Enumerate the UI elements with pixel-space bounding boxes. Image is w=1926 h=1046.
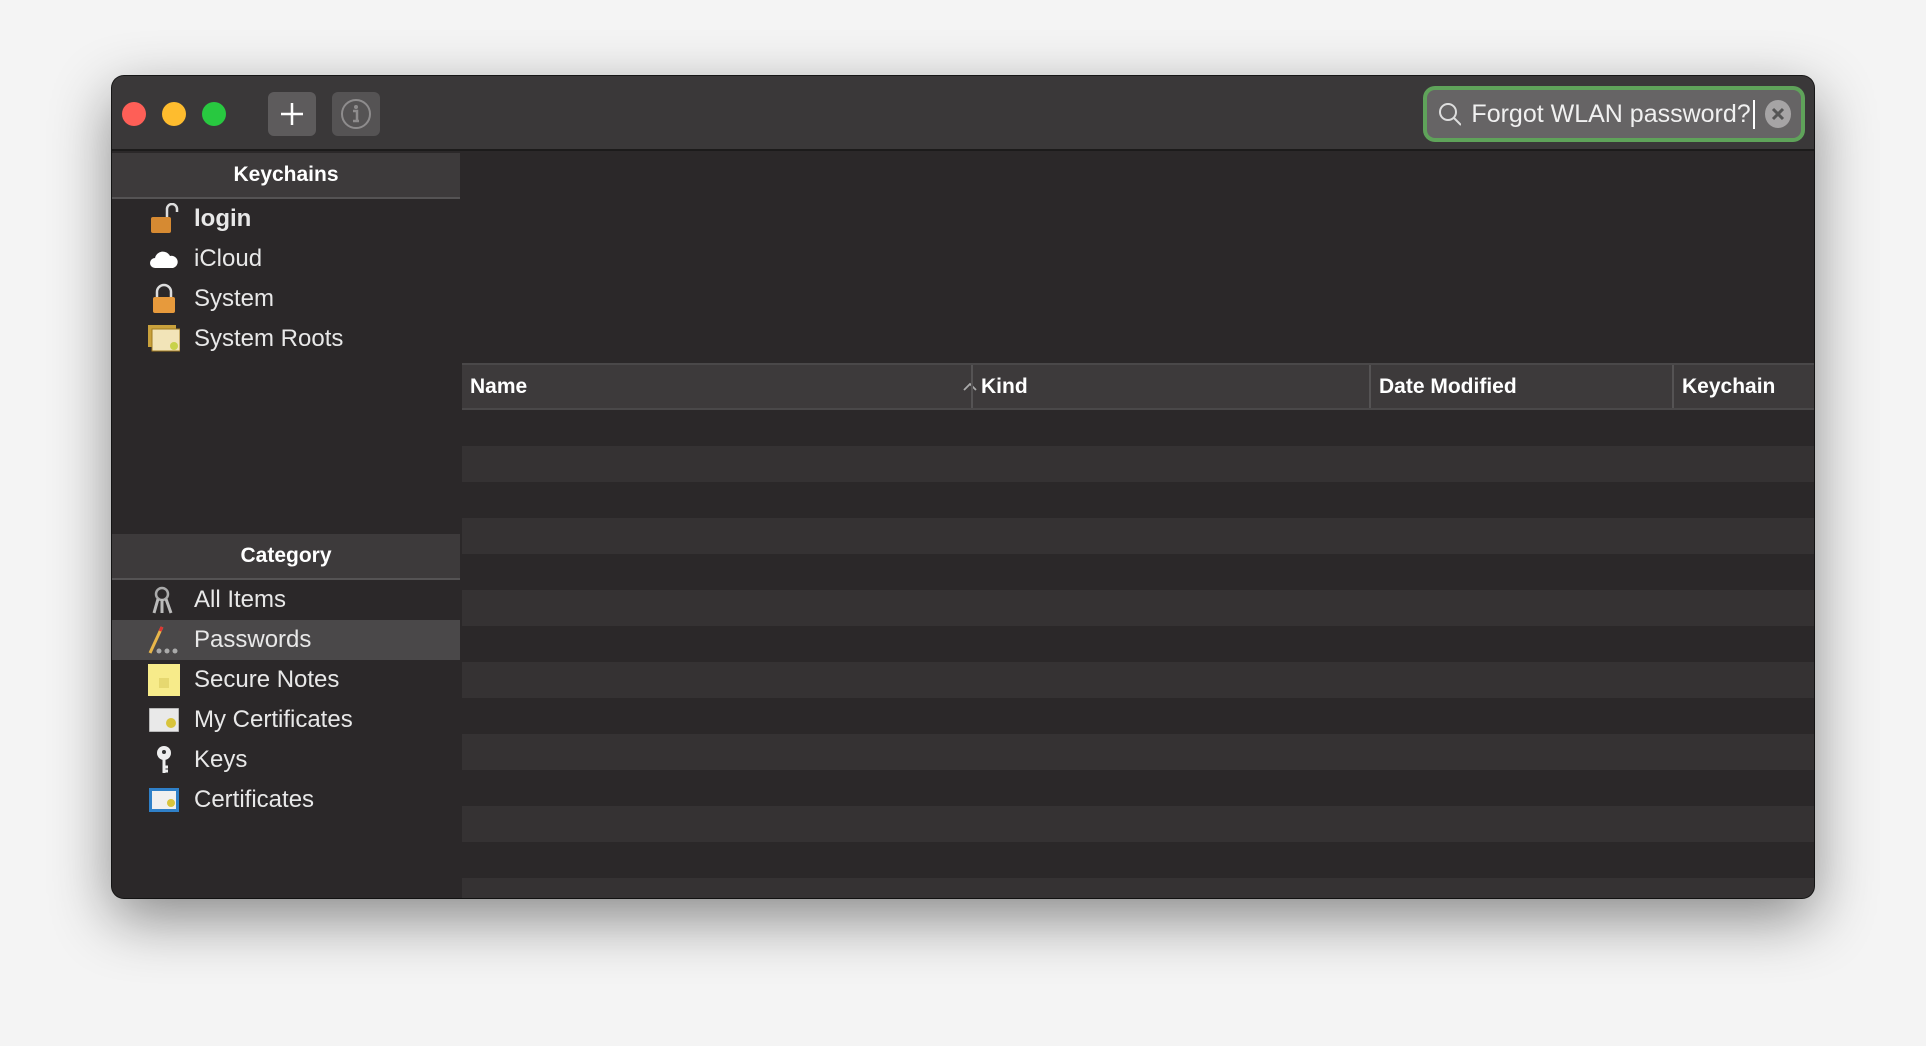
- minimize-window-button[interactable]: [162, 102, 186, 126]
- empty-table-row: [462, 842, 1814, 878]
- category-header: Category: [112, 534, 460, 580]
- category-label: Keys: [194, 746, 248, 773]
- column-label: Name: [470, 374, 528, 398]
- column-header-kind[interactable]: Kind: [971, 365, 1369, 408]
- keychain-label: System Roots: [194, 325, 344, 352]
- empty-table-row: [462, 770, 1814, 806]
- certificate-stack-icon: [148, 323, 180, 355]
- empty-table-row: [462, 518, 1814, 554]
- keychain-item-icloud[interactable]: iCloud: [112, 239, 460, 279]
- search-field[interactable]: Forgot WLAN password?: [1423, 86, 1805, 142]
- column-label: Date Modified: [1379, 374, 1517, 398]
- category-item-secure-notes[interactable]: Secure Notes: [112, 660, 460, 700]
- items-table-body: [462, 410, 1814, 898]
- category-label: Secure Notes: [194, 666, 340, 693]
- column-label: Keychain: [1682, 374, 1776, 398]
- add-item-button[interactable]: [268, 92, 316, 136]
- my-certificate-icon: [148, 704, 180, 736]
- category-item-my-certificates[interactable]: My Certificates: [112, 700, 460, 740]
- keychain-label: iCloud: [194, 245, 263, 272]
- empty-table-row: [462, 698, 1814, 734]
- sidebar: Keychains login iCloud System System Roo…: [112, 153, 460, 898]
- empty-table-row: [462, 734, 1814, 770]
- empty-table-row: [462, 590, 1814, 626]
- plus-icon: [281, 103, 303, 125]
- get-info-button[interactable]: [332, 92, 380, 136]
- category-item-all-items[interactable]: All Items: [112, 580, 460, 620]
- column-label: Kind: [981, 374, 1028, 398]
- zoom-window-button[interactable]: [202, 102, 226, 126]
- category-item-certificates[interactable]: Certificates: [112, 780, 460, 820]
- column-header-date-modified[interactable]: Date Modified: [1369, 365, 1672, 408]
- category-label: My Certificates: [194, 706, 353, 733]
- category-label: Passwords: [194, 626, 312, 653]
- keychain-item-system-roots[interactable]: System Roots: [112, 319, 460, 359]
- empty-table-row: [462, 482, 1814, 518]
- padlock-icon: [148, 283, 180, 315]
- column-header-name[interactable]: Name: [462, 365, 985, 408]
- search-input[interactable]: Forgot WLAN password?: [1471, 99, 1755, 129]
- empty-table-row: [462, 806, 1814, 842]
- empty-table-row: [462, 446, 1814, 482]
- keychain-access-window: Forgot WLAN password? Keychains login iC…: [112, 76, 1814, 898]
- empty-table-row: [462, 626, 1814, 662]
- info-icon: [341, 99, 371, 129]
- certificate-icon: [148, 784, 180, 816]
- keys-icon: [148, 584, 180, 616]
- keychains-header: Keychains: [112, 153, 460, 199]
- cloud-icon: [148, 243, 180, 275]
- column-header-keychain[interactable]: Keychain: [1672, 365, 1814, 408]
- clear-search-button[interactable]: [1764, 100, 1791, 128]
- keychain-label: System: [194, 285, 275, 312]
- keychain-item-system[interactable]: System: [112, 279, 460, 319]
- items-pane: Name Kind Date Modified Keychain: [462, 153, 1814, 898]
- key-icon: [148, 744, 180, 776]
- keychain-item-login[interactable]: login: [112, 199, 460, 239]
- keychain-label: login: [194, 205, 252, 232]
- close-window-button[interactable]: [122, 102, 146, 126]
- unlocked-padlock-icon: [148, 203, 180, 235]
- category-item-keys[interactable]: Keys: [112, 740, 460, 780]
- category-label: All Items: [194, 586, 287, 613]
- empty-table-row: [462, 554, 1814, 590]
- empty-table-row: [462, 410, 1814, 446]
- close-icon: [1771, 107, 1784, 121]
- pencil-icon: [148, 624, 180, 656]
- titlebar: Forgot WLAN password?: [112, 76, 1814, 151]
- note-icon: [148, 664, 180, 696]
- category-item-passwords[interactable]: Passwords: [112, 620, 460, 660]
- search-icon: [1439, 103, 1462, 126]
- empty-table-row: [462, 878, 1814, 898]
- category-label: Certificates: [194, 786, 315, 813]
- empty-table-row: [462, 662, 1814, 698]
- table-header: Name Kind Date Modified Keychain: [462, 363, 1814, 410]
